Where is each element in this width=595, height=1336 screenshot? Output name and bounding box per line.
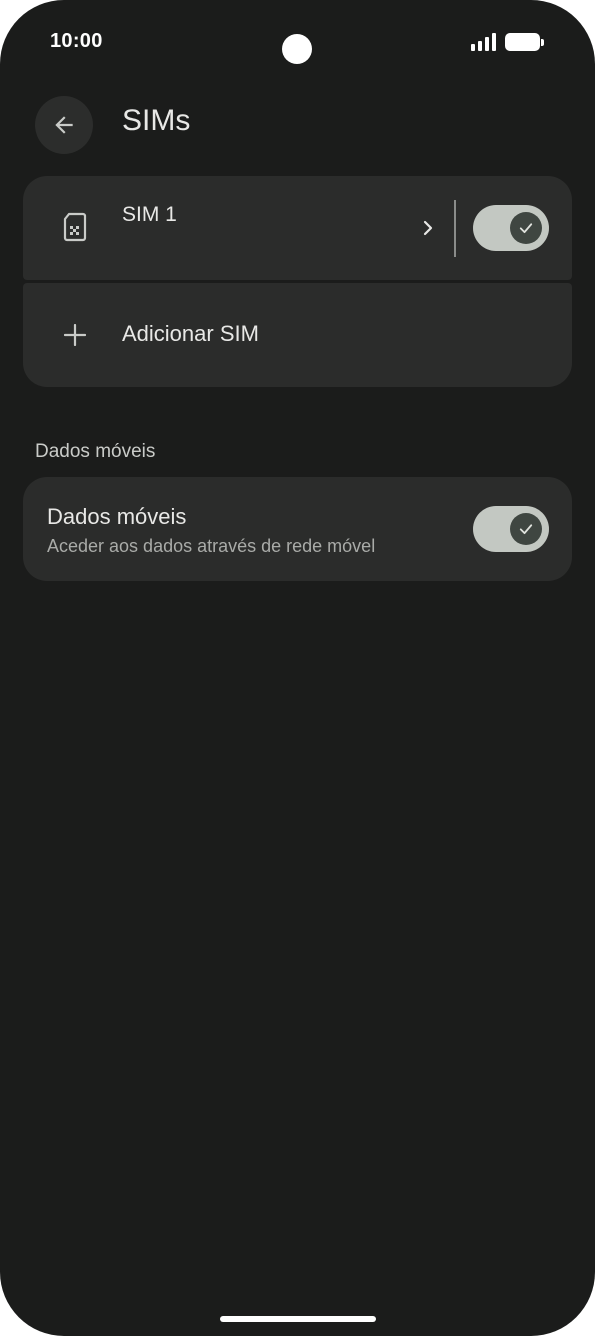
check-icon: [519, 524, 533, 535]
arrow-back-icon: [55, 116, 73, 134]
mobile-data-subtitle: Aceder aos dados através de rede móvel: [47, 536, 376, 556]
toggle-thumb: [510, 513, 542, 545]
check-icon: [519, 223, 533, 234]
mobile-data-title: Dados móveis: [47, 504, 187, 529]
sim-1-label: SIM 1: [122, 203, 177, 226]
home-indicator[interactable]: [220, 1316, 376, 1322]
sim-1-item[interactable]: SIM 1: [23, 176, 572, 280]
status-icons: [471, 33, 545, 51]
plus-icon: [64, 324, 86, 346]
status-time: 10:00: [50, 30, 103, 52]
signal-icon: [471, 33, 497, 51]
mobile-data-item[interactable]: Dados móveis Aceder aos dados através de…: [23, 477, 572, 581]
chevron-right-icon: [423, 220, 433, 236]
section-header: Dados móveis: [35, 441, 156, 462]
battery-icon: [505, 33, 545, 51]
sim-1-toggle[interactable]: [473, 205, 549, 251]
vertical-divider: [454, 200, 456, 257]
back-button[interactable]: [35, 96, 93, 154]
phone-screen: 10:00 SIMs SIM 1 Adicionar SIM Dados móv…: [0, 0, 595, 1336]
page-title: SIMs: [122, 104, 191, 137]
add-sim-label: Adicionar SIM: [122, 321, 259, 346]
front-camera: [282, 34, 312, 64]
add-sim-item[interactable]: Adicionar SIM: [23, 283, 572, 387]
mobile-data-toggle[interactable]: [473, 506, 549, 552]
sim-card-icon: [63, 212, 87, 242]
toggle-thumb: [510, 212, 542, 244]
